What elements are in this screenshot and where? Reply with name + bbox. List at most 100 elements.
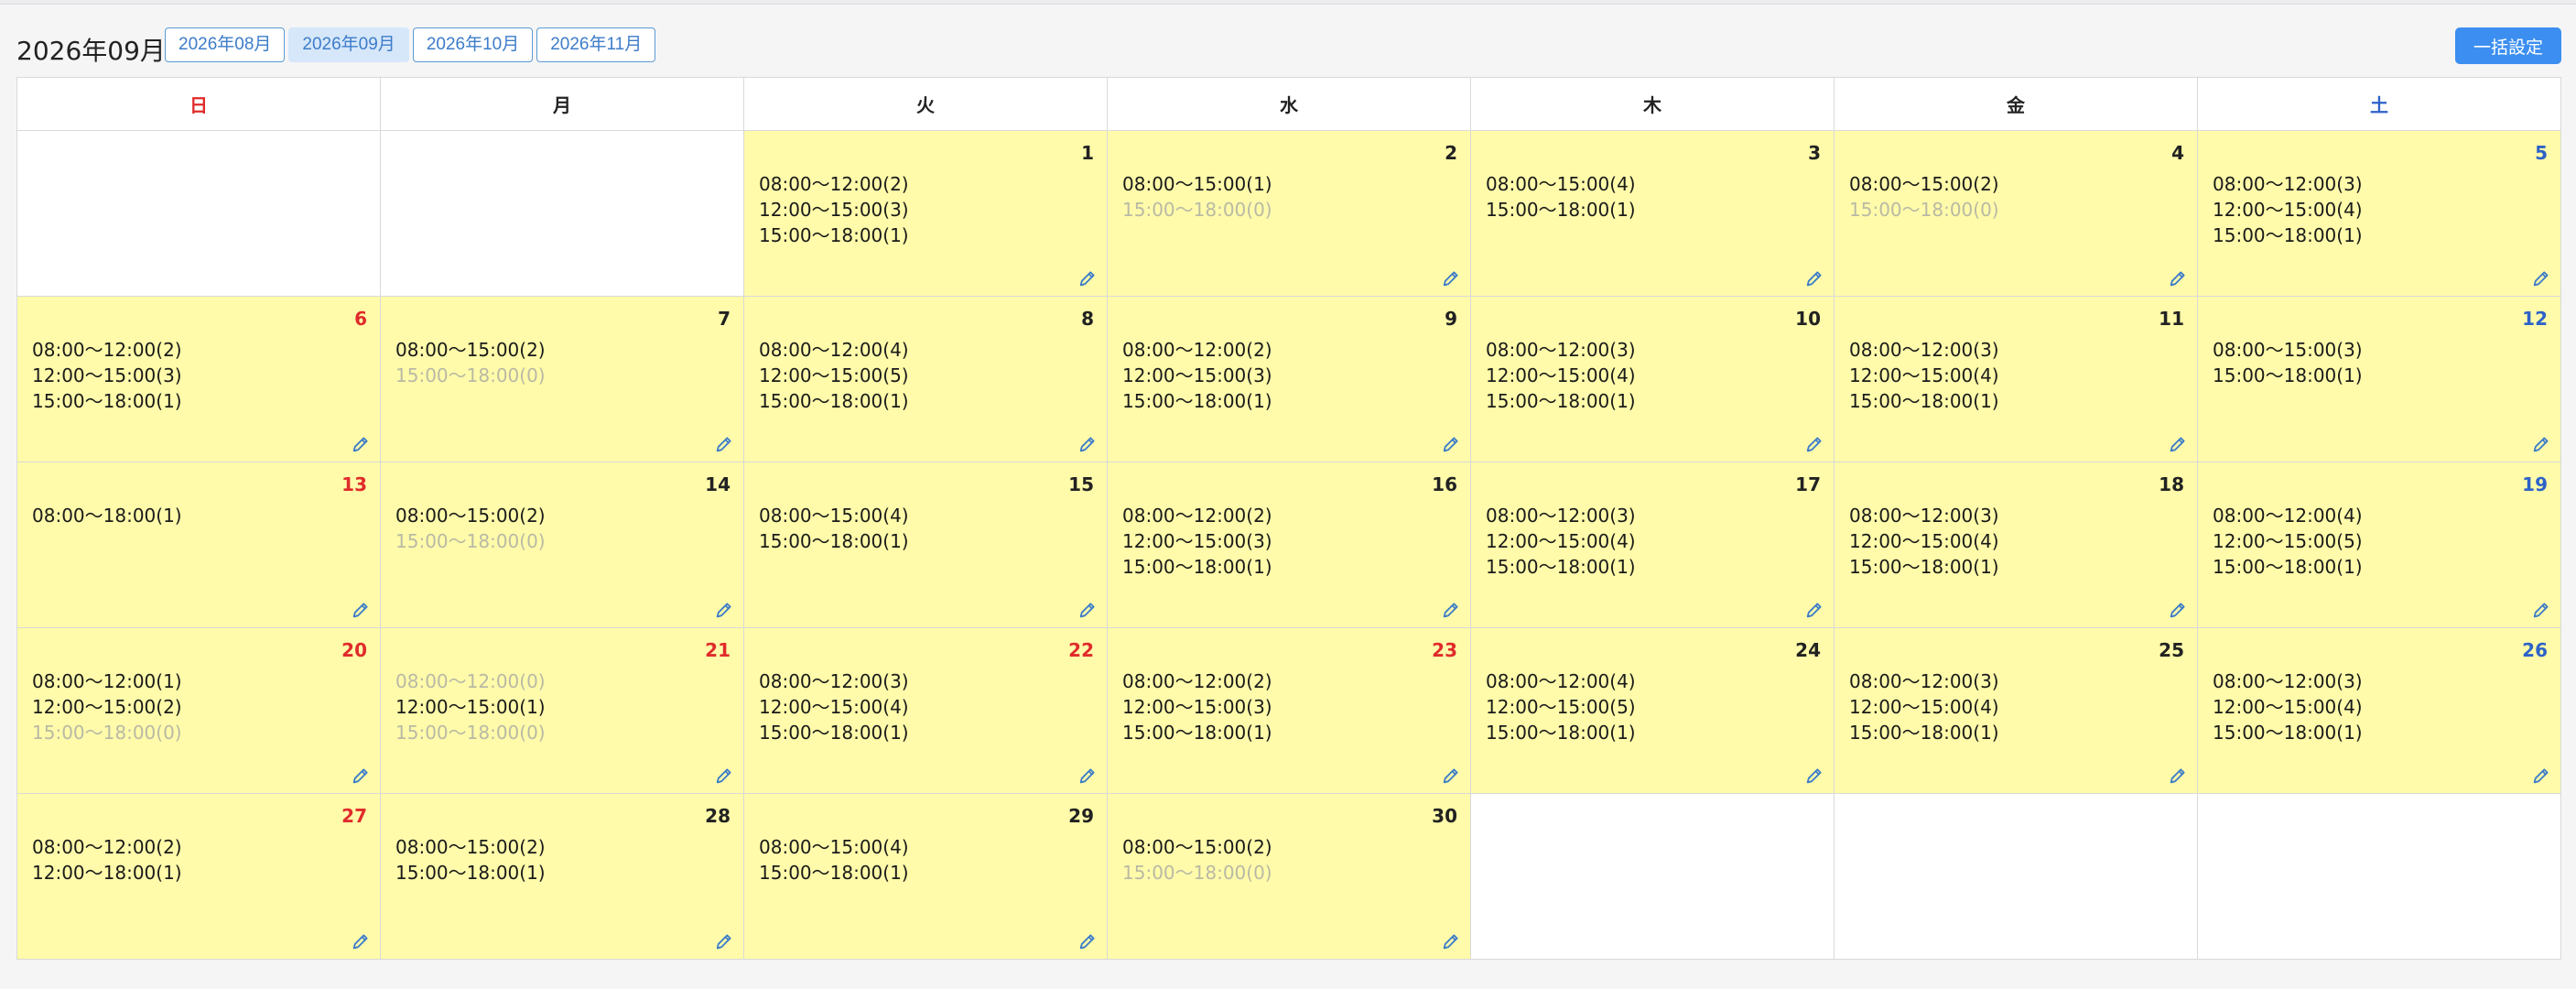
weekday-header-row: 日 月 火 水 木 金 土 [16, 77, 2561, 131]
time-slot-list: 08:00〜12:00(2) 12:00〜15:00(3) 15:00〜18:00(… [1122, 668, 1272, 745]
empty-day-cell [16, 130, 381, 297]
weekday-sunday: 日 [16, 77, 381, 131]
day-cell: 13 08:00〜18:00(1) [16, 462, 381, 628]
time-slot-list: 08:00〜18:00(1) [32, 503, 182, 528]
pencil-icon[interactable] [1441, 766, 1461, 786]
time-slot-list: 08:00〜12:00(3) 12:00〜15:00(4) 15:00〜18:00(… [1849, 668, 1999, 745]
time-slot: 15:00〜18:00(0) [395, 364, 546, 386]
pencil-icon[interactable] [1804, 434, 1824, 454]
tab-month-2026-08[interactable]: 2026年08月 [165, 27, 286, 62]
pencil-icon[interactable] [1077, 268, 1098, 288]
time-slot: 15:00〜18:00(1) [759, 722, 909, 744]
calendar-body: 1 08:00〜12:00(2) 12:00〜15:00(3) 15:00〜18:00… [16, 130, 2561, 960]
time-slot: 12:00〜15:00(4) [1849, 364, 1999, 386]
pencil-icon[interactable] [1441, 600, 1461, 620]
day-cell: 29 08:00〜15:00(4) 15:00〜18:00(1) [743, 793, 1108, 960]
day-number: 3 [1808, 142, 1821, 164]
weekday-wednesday: 水 [1107, 77, 1471, 131]
time-slot: 15:00〜18:00(1) [2213, 364, 2363, 386]
pencil-icon[interactable] [1441, 931, 1461, 951]
day-cell: 7 08:00〜15:00(2) 15:00〜18:00(0) [380, 296, 744, 462]
pencil-icon[interactable] [1077, 931, 1098, 951]
weekday-saturday: 土 [2197, 77, 2561, 131]
time-slot: 08:00〜15:00(2) [1849, 173, 1999, 195]
time-slot: 12:00〜15:00(3) [759, 199, 909, 221]
day-number: 20 [341, 639, 367, 661]
time-slot-list: 08:00〜12:00(2) 12:00〜15:00(3) 15:00〜18:00(… [32, 337, 182, 414]
pencil-icon[interactable] [714, 434, 734, 454]
day-cell: 12 08:00〜15:00(3) 15:00〜18:00(1) [2197, 296, 2561, 462]
time-slot: 08:00〜12:00(2) [1122, 505, 1272, 527]
time-slot-list: 08:00〜12:00(1) 12:00〜15:00(2) 15:00〜18:00(… [32, 668, 182, 745]
pencil-icon[interactable] [351, 766, 371, 786]
time-slot: 08:00〜15:00(4) [759, 836, 909, 858]
time-slot: 12:00〜15:00(4) [2213, 696, 2363, 718]
day-cell: 17 08:00〜12:00(3) 12:00〜15:00(4) 15:00〜18:0… [1470, 462, 1835, 628]
pencil-icon[interactable] [1441, 268, 1461, 288]
week-row: 1 08:00〜12:00(2) 12:00〜15:00(3) 15:00〜18:00… [16, 130, 2561, 297]
time-slot: 12:00〜15:00(4) [759, 696, 909, 718]
day-number: 14 [705, 473, 731, 495]
day-cell: 15 08:00〜15:00(4) 15:00〜18:00(1) [743, 462, 1108, 628]
time-slot: 15:00〜18:00(1) [2213, 722, 2363, 744]
time-slot: 08:00〜12:00(0) [395, 670, 546, 692]
time-slot: 15:00〜18:00(1) [395, 862, 546, 884]
day-number: 15 [1068, 473, 1094, 495]
pencil-icon[interactable] [2168, 766, 2188, 786]
time-slot: 12:00〜15:00(5) [759, 364, 909, 386]
pencil-icon[interactable] [1804, 600, 1824, 620]
time-slot: 12:00〜15:00(5) [1486, 696, 1636, 718]
pencil-icon[interactable] [351, 434, 371, 454]
pencil-icon[interactable] [2168, 600, 2188, 620]
time-slot: 08:00〜15:00(1) [1122, 173, 1272, 195]
pencil-icon[interactable] [2168, 268, 2188, 288]
day-number: 8 [1081, 308, 1094, 330]
tab-month-2026-10[interactable]: 2026年10月 [412, 27, 534, 62]
pencil-icon[interactable] [1077, 600, 1098, 620]
weekday-friday: 金 [1834, 77, 2198, 131]
pencil-icon[interactable] [351, 931, 371, 951]
bulk-setting-button[interactable]: 一括設定 [2455, 27, 2561, 64]
time-slot: 08:00〜12:00(4) [1486, 670, 1636, 692]
time-slot-list: 08:00〜12:00(2) 12:00〜18:00(1) [32, 834, 182, 886]
pencil-icon[interactable] [714, 931, 734, 951]
tab-month-2026-09[interactable]: 2026年09月 [288, 27, 409, 62]
week-row: 20 08:00〜12:00(1) 12:00〜15:00(2) 15:00〜18:0… [16, 627, 2561, 794]
time-slot: 08:00〜12:00(3) [1849, 505, 1999, 527]
day-number: 29 [1068, 805, 1094, 827]
time-slot-list: 08:00〜15:00(4) 15:00〜18:00(1) [1486, 171, 1636, 223]
pencil-icon[interactable] [714, 600, 734, 620]
day-cell: 18 08:00〜12:00(3) 12:00〜15:00(4) 15:00〜18:0… [1834, 462, 2198, 628]
pencil-icon[interactable] [2531, 268, 2551, 288]
time-slot: 15:00〜18:00(1) [2213, 556, 2363, 578]
pencil-icon[interactable] [1804, 268, 1824, 288]
empty-day-cell [1470, 793, 1835, 960]
pencil-icon[interactable] [1077, 766, 1098, 786]
time-slot: 15:00〜18:00(1) [1122, 556, 1272, 578]
day-number: 22 [1068, 639, 1094, 661]
day-cell: 4 08:00〜15:00(2) 15:00〜18:00(0) [1834, 130, 2198, 297]
pencil-icon[interactable] [714, 766, 734, 786]
pencil-icon[interactable] [1077, 434, 1098, 454]
pencil-icon[interactable] [2168, 434, 2188, 454]
pencil-icon[interactable] [2531, 600, 2551, 620]
pencil-icon[interactable] [1804, 766, 1824, 786]
pencil-icon[interactable] [1441, 434, 1461, 454]
time-slot: 08:00〜12:00(3) [1486, 505, 1636, 527]
top-border [0, 0, 2576, 5]
page-title: 2026年09月 [16, 36, 166, 66]
tab-month-2026-11[interactable]: 2026年11月 [536, 27, 656, 62]
time-slot: 08:00〜15:00(3) [2213, 339, 2363, 361]
day-number: 12 [2522, 308, 2548, 330]
day-cell: 14 08:00〜15:00(2) 15:00〜18:00(0) [380, 462, 744, 628]
day-cell: 6 08:00〜12:00(2) 12:00〜15:00(3) 15:00〜18:00… [16, 296, 381, 462]
day-cell: 27 08:00〜12:00(2) 12:00〜18:00(1) [16, 793, 381, 960]
day-number: 27 [341, 805, 367, 827]
day-cell: 11 08:00〜12:00(3) 12:00〜15:00(4) 15:00〜18:0… [1834, 296, 2198, 462]
time-slot-list: 08:00〜12:00(0) 12:00〜15:00(1) 15:00〜18:00(… [395, 668, 546, 745]
pencil-icon[interactable] [2531, 766, 2551, 786]
pencil-icon[interactable] [2531, 434, 2551, 454]
pencil-icon[interactable] [351, 600, 371, 620]
day-number: 17 [1795, 473, 1821, 495]
time-slot: 12:00〜15:00(1) [395, 696, 546, 718]
